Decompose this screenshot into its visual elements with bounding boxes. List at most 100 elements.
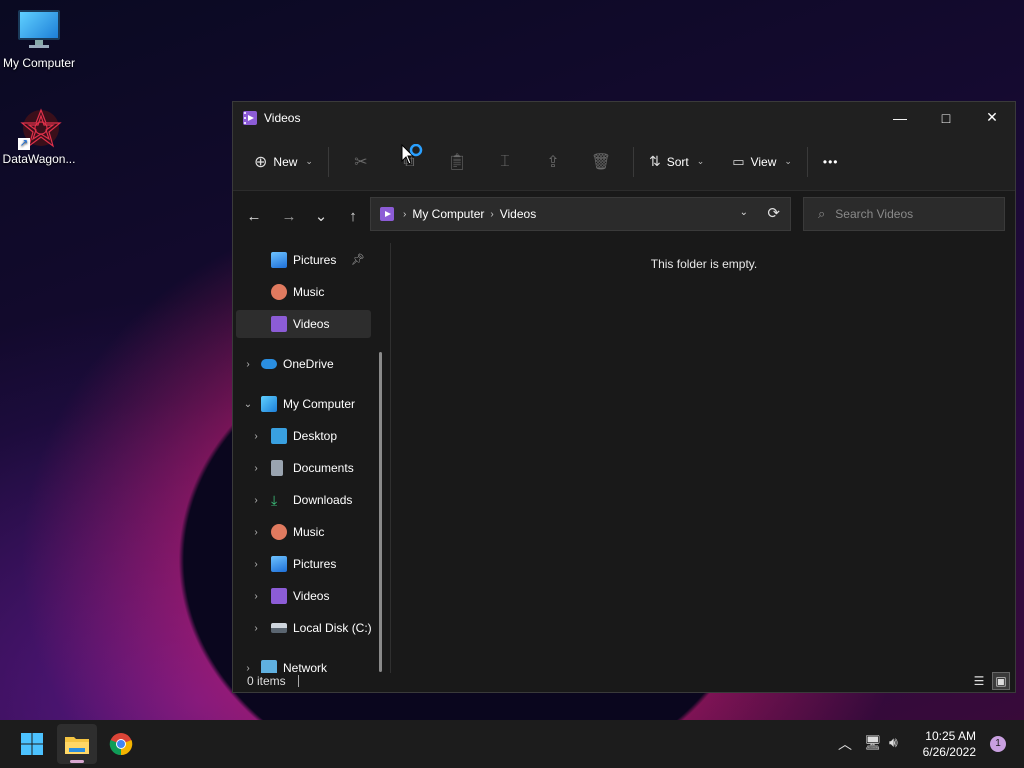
chrome-icon [109,733,133,756]
sidebar-item-pictures-quick[interactable]: Pictures 📌︎ [271,246,371,274]
address-bar[interactable]: › My Computer › Videos ⌄ ⟳ [370,197,791,231]
sidebar-item-label: Documents [293,461,354,475]
chevron-right-icon[interactable]: › [249,463,263,474]
pin-icon[interactable]: 📌︎ [351,253,365,266]
close-button[interactable]: ✕ [969,102,1015,133]
delete-button[interactable]: 🗑︎ [577,145,625,179]
chevron-right-icon[interactable]: › [249,559,263,570]
sidebar-item-label: Music [293,285,325,299]
documents-icon [271,460,283,476]
downloads-icon: ⤓ [271,491,278,508]
show-hidden-icons-chevron-icon[interactable]: ︿ [838,734,852,754]
desktop-icon-datawagon[interactable]: ↗ DataWagon... [0,106,78,166]
sidebar-item-my-computer[interactable]: ⌄ My Computer [241,390,376,418]
chevron-right-icon[interactable]: › [249,623,263,634]
folder-icon [65,737,89,754]
view-layout-icon: ▭ [732,153,745,169]
breadcrumb-my-computer[interactable]: My Computer [412,207,484,221]
address-history-chevron-icon[interactable]: ⌄ [740,207,748,218]
chevron-right-icon[interactable]: › [249,591,263,602]
breadcrumb-separator-icon: › [490,208,494,220]
system-clock[interactable]: 10:25 AM 6/26/2022 [923,728,976,760]
recent-locations-button[interactable]: ⌄ [305,200,337,232]
rename-button[interactable]: ⌶ [481,145,529,179]
desktop-icon-my-computer[interactable]: My Computer [0,10,78,70]
tiles-view-icon: ▣ [995,674,1007,688]
taskbar: ︿ 🖥︎ 🔊︎ 10:25 AM 6/26/2022 1 [0,720,1024,768]
datawagon-star-icon: ↗ [18,106,62,150]
share-button[interactable]: ⇪ [529,145,577,179]
maximize-button[interactable]: □ [923,102,969,133]
empty-folder-message: This folder is empty. [650,257,758,271]
arrow-right-icon: → [281,207,297,225]
videos-icon [380,207,394,221]
sidebar-item-downloads[interactable]: › ⤓ Downloads [249,486,379,514]
chevron-right-icon[interactable]: › [249,527,263,538]
trash-icon: 🗑︎ [590,153,612,171]
sort-button[interactable]: ⇅ Sort ⌄ [642,145,711,179]
cut-button[interactable]: ✂ [337,145,385,179]
scissors-icon: ✂ [354,153,368,171]
navigation-pane: Pictures 📌︎ Music Videos › OneDrive ⌄ My… [233,243,383,673]
back-button[interactable]: ← [238,200,270,232]
minimize-icon: — [893,109,907,126]
status-bar: 0 items [233,670,1015,692]
desktop-folder-icon [271,428,287,444]
chevron-down-icon[interactable]: ⌄ [241,399,255,410]
sidebar-item-onedrive[interactable]: › OneDrive [241,350,371,378]
clock-time: 10:25 AM [925,729,976,743]
details-view-button[interactable]: ☰ [970,672,988,690]
forward-button[interactable]: → [273,200,305,232]
new-button[interactable]: ⊕ New ⌄ [247,145,320,179]
network-status-icon[interactable]: 🖥︎ [864,734,882,751]
notification-badge[interactable]: 1 [990,736,1006,752]
chevron-right-icon[interactable]: › [249,431,263,442]
sort-arrows-icon: ⇅ [648,153,661,169]
videos-icon [271,316,287,332]
sidebar-scrollbar-thumb[interactable] [379,352,382,672]
arrow-left-icon: ← [246,207,262,225]
command-bar: ⊕ New ⌄ ✂ ⧉ 📋︎ ⌶ ⇪ 🗑︎ ⇅ Sort ⌄ ▭ View ⌄ … [233,133,1015,191]
taskbar-file-explorer[interactable] [57,724,97,764]
breadcrumb-separator-icon: › [403,208,407,220]
sidebar-item-pictures[interactable]: › Pictures [249,550,379,578]
chevron-right-icon[interactable]: › [241,359,255,370]
sidebar-item-local-disk[interactable]: › Local Disk (C:) [249,614,383,642]
chevron-right-icon[interactable]: › [249,495,263,506]
large-icons-view-button[interactable]: ▣ [992,672,1010,690]
view-button[interactable]: ▭ View ⌄ [725,145,799,179]
sidebar-item-label: Videos [293,589,330,603]
sidebar-item-label: Music [293,525,325,539]
active-indicator [70,760,84,763]
up-button[interactable]: ↑ [337,200,369,232]
search-input[interactable]: ⌕ Search Videos [803,197,1005,231]
title-bar[interactable]: Videos — □ ✕ [233,102,1015,133]
sidebar-item-music-quick[interactable]: Music [271,278,371,306]
sidebar-item-label: Desktop [293,429,338,443]
pane-splitter[interactable] [390,243,391,673]
sidebar-item-label: My Computer [283,397,356,411]
view-button-label: View [750,154,777,169]
sidebar-item-music[interactable]: › Music [249,518,379,546]
breadcrumb-videos[interactable]: Videos [500,207,536,221]
sidebar-item-desktop[interactable]: › Desktop [249,422,379,450]
clipboard-icon: 📋︎ [446,153,468,171]
arrow-up-icon: ↑ [349,207,357,225]
more-dots-icon: ••• [822,154,839,169]
taskbar-chrome[interactable] [101,724,141,764]
sidebar-item-documents[interactable]: › Documents [249,454,379,482]
plus-circle-icon: ⊕ [254,153,268,171]
sidebar-item-label: OneDrive [283,357,334,371]
volume-icon[interactable]: 🔊︎ [889,734,898,751]
item-count: 0 items [247,674,286,688]
search-placeholder: Search Videos [835,207,914,221]
file-explorer-window: Videos — □ ✕ ⊕ New ⌄ ✂ ⧉ 📋︎ ⌶ ⇪ 🗑︎ ⇅ Sor… [232,101,1016,693]
start-button[interactable] [12,724,52,764]
minimize-button[interactable]: — [877,102,923,133]
refresh-icon[interactable]: ⟳ [767,204,780,222]
sidebar-item-videos-quick[interactable]: Videos [236,310,371,338]
see-more-button[interactable]: ••• [816,145,846,179]
rename-icon: ⌶ [500,152,510,170]
sidebar-item-videos[interactable]: › Videos [249,582,379,610]
paste-button[interactable]: 📋︎ [433,145,481,179]
